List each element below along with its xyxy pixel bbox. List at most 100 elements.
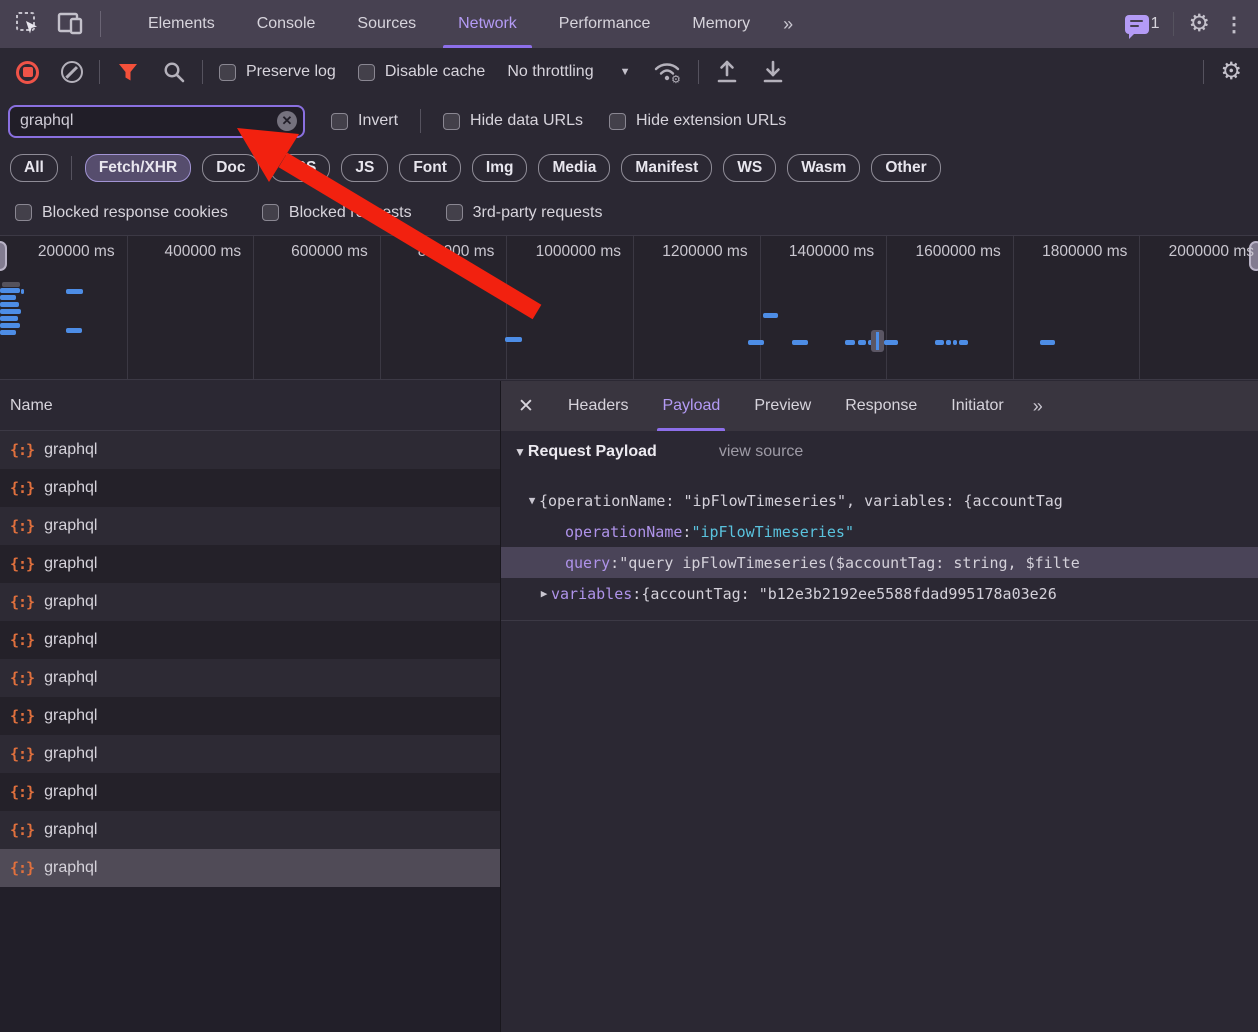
request-row[interactable]: {:}graphql xyxy=(0,545,500,583)
request-row[interactable]: {:}graphql xyxy=(0,469,500,507)
detail-tab-initiator[interactable]: Initiator xyxy=(934,381,1020,431)
more-detail-tabs-icon[interactable]: » xyxy=(1021,396,1053,417)
checkbox[interactable] xyxy=(219,64,236,81)
network-conditions-icon[interactable]: ⚙ xyxy=(652,59,682,85)
hide-data-urls-label[interactable]: Hide data URLs xyxy=(470,112,583,130)
inspect-element-icon[interactable] xyxy=(14,10,42,38)
checkbox[interactable] xyxy=(609,113,626,130)
payload-row[interactable]: ▶variables: {accountTag: "b12e3b2192ee55… xyxy=(501,578,1258,609)
chip-img[interactable]: Img xyxy=(472,154,528,182)
checkbox[interactable] xyxy=(15,204,32,221)
invert-label[interactable]: Invert xyxy=(358,112,398,130)
request-row[interactable]: {:}graphql xyxy=(0,431,500,469)
disclosure-triangle-icon[interactable]: ▼ xyxy=(525,494,539,507)
timeline-request-bar xyxy=(66,328,82,333)
tab-sources[interactable]: Sources xyxy=(336,0,437,48)
payload-row[interactable]: operationName: "ipFlowTimeseries" xyxy=(501,516,1258,547)
chip-fetchxhr[interactable]: Fetch/XHR xyxy=(85,154,191,182)
tab-performance[interactable]: Performance xyxy=(538,0,672,48)
clear-network-log-icon[interactable] xyxy=(61,61,83,83)
more-panels-icon[interactable]: » xyxy=(771,14,803,35)
kebab-menu-icon[interactable]: ⋮ xyxy=(1224,12,1244,37)
request-row[interactable]: {:}graphql xyxy=(0,735,500,773)
payload-row[interactable]: query: "query ipFlowTimeseries($accountT… xyxy=(501,547,1258,578)
chip-css[interactable]: CSS xyxy=(270,154,330,182)
chip-manifest[interactable]: Manifest xyxy=(621,154,712,182)
chip-all[interactable]: All xyxy=(10,154,58,182)
hide-extension-urls-label[interactable]: Hide extension URLs xyxy=(636,112,786,130)
checkbox[interactable] xyxy=(446,204,463,221)
third-party-requests-checkbox[interactable]: 3rd-party requests xyxy=(446,204,603,222)
blocked-requests-label[interactable]: Blocked requests xyxy=(289,204,412,222)
tab-memory[interactable]: Memory xyxy=(671,0,771,48)
chip-wasm[interactable]: Wasm xyxy=(787,154,860,182)
record-network-log-icon[interactable] xyxy=(16,61,39,84)
checkbox[interactable] xyxy=(443,113,460,130)
chip-font[interactable]: Font xyxy=(399,154,461,182)
request-row[interactable]: {:}graphql xyxy=(0,773,500,811)
name-column-label: Name xyxy=(10,397,53,415)
chip-ws[interactable]: WS xyxy=(723,154,776,182)
device-toolbar-icon[interactable] xyxy=(56,11,86,37)
disclosure-triangle-icon[interactable]: ▶ xyxy=(537,587,551,600)
checkbox[interactable] xyxy=(331,113,348,130)
third-party-requests-label[interactable]: 3rd-party requests xyxy=(473,204,603,222)
disable-cache-label[interactable]: Disable cache xyxy=(385,63,486,81)
blocked-requests-checkbox[interactable]: Blocked requests xyxy=(262,204,412,222)
view-source-link[interactable]: view source xyxy=(719,443,803,461)
network-filter-input-box[interactable]: ✕ xyxy=(8,105,305,138)
devtools-window: ElementsConsoleSourcesNetworkPerformance… xyxy=(0,0,1258,1032)
request-row[interactable]: {:}graphql xyxy=(0,849,500,887)
request-row[interactable]: {:}graphql xyxy=(0,697,500,735)
blocked-response-cookies-label[interactable]: Blocked response cookies xyxy=(42,204,228,222)
detail-tab-headers[interactable]: Headers xyxy=(551,381,645,431)
timeline-tick-label: 1600000 ms xyxy=(886,243,1013,265)
invert-checkbox[interactable]: Invert xyxy=(331,112,398,130)
chip-media[interactable]: Media xyxy=(538,154,610,182)
preserve-log-label[interactable]: Preserve log xyxy=(246,63,336,81)
throttling-dropdown[interactable]: No throttling ▼ xyxy=(507,63,630,81)
fetch-xhr-icon: {:} xyxy=(10,593,34,611)
clear-filter-icon[interactable]: ✕ xyxy=(277,111,297,131)
network-settings-gear-icon[interactable]: ⚙ xyxy=(1220,60,1242,84)
chip-other[interactable]: Other xyxy=(871,154,940,182)
payload-row[interactable]: ▼{operationName: "ipFlowTimeseries", var… xyxy=(501,485,1258,516)
preserve-log-checkbox[interactable]: Preserve log xyxy=(219,63,336,81)
timeline-request-bar xyxy=(845,340,855,345)
request-row[interactable]: {:}graphql xyxy=(0,583,500,621)
request-row[interactable]: {:}graphql xyxy=(0,621,500,659)
timeline-request-bar xyxy=(959,340,968,345)
checkbox[interactable] xyxy=(262,204,279,221)
name-column-header[interactable]: Name xyxy=(0,381,500,431)
checkbox[interactable] xyxy=(358,64,375,81)
detail-tab-response[interactable]: Response xyxy=(828,381,934,431)
import-har-icon[interactable] xyxy=(715,59,739,85)
hide-data-urls-checkbox[interactable]: Hide data URLs xyxy=(443,112,583,130)
request-row[interactable]: {:}graphql xyxy=(0,507,500,545)
tab-console[interactable]: Console xyxy=(236,0,337,48)
disable-cache-checkbox[interactable]: Disable cache xyxy=(358,63,486,81)
close-detail-icon[interactable]: ✕ xyxy=(501,395,551,418)
chip-doc[interactable]: Doc xyxy=(202,154,259,182)
tab-elements[interactable]: Elements xyxy=(127,0,236,48)
request-row[interactable]: {:}graphql xyxy=(0,811,500,849)
export-har-icon[interactable] xyxy=(761,59,785,85)
settings-gear-icon[interactable]: ⚙ xyxy=(1188,12,1210,36)
collapse-triangle-icon[interactable]: ▼ xyxy=(514,445,526,459)
throttling-value[interactable]: No throttling xyxy=(507,63,593,81)
timeline-request-bar xyxy=(858,340,866,345)
issues-icon[interactable] xyxy=(1125,15,1149,34)
detail-tab-payload[interactable]: Payload xyxy=(645,381,737,431)
filter-icon[interactable] xyxy=(116,60,140,84)
timeline-request-bar xyxy=(0,288,20,293)
request-payload-section[interactable]: ▼ Request Payload view source xyxy=(501,443,803,461)
network-filter-input[interactable] xyxy=(20,112,269,130)
search-icon[interactable] xyxy=(162,60,186,84)
blocked-response-cookies-checkbox[interactable]: Blocked response cookies xyxy=(15,204,228,222)
request-row[interactable]: {:}graphql xyxy=(0,659,500,697)
hide-extension-urls-checkbox[interactable]: Hide extension URLs xyxy=(609,112,786,130)
tab-network[interactable]: Network xyxy=(437,0,538,48)
chip-js[interactable]: JS xyxy=(341,154,388,182)
network-overview-timeline[interactable]: 200000 ms400000 ms600000 ms800000 ms1000… xyxy=(0,235,1258,380)
detail-tab-preview[interactable]: Preview xyxy=(737,381,828,431)
